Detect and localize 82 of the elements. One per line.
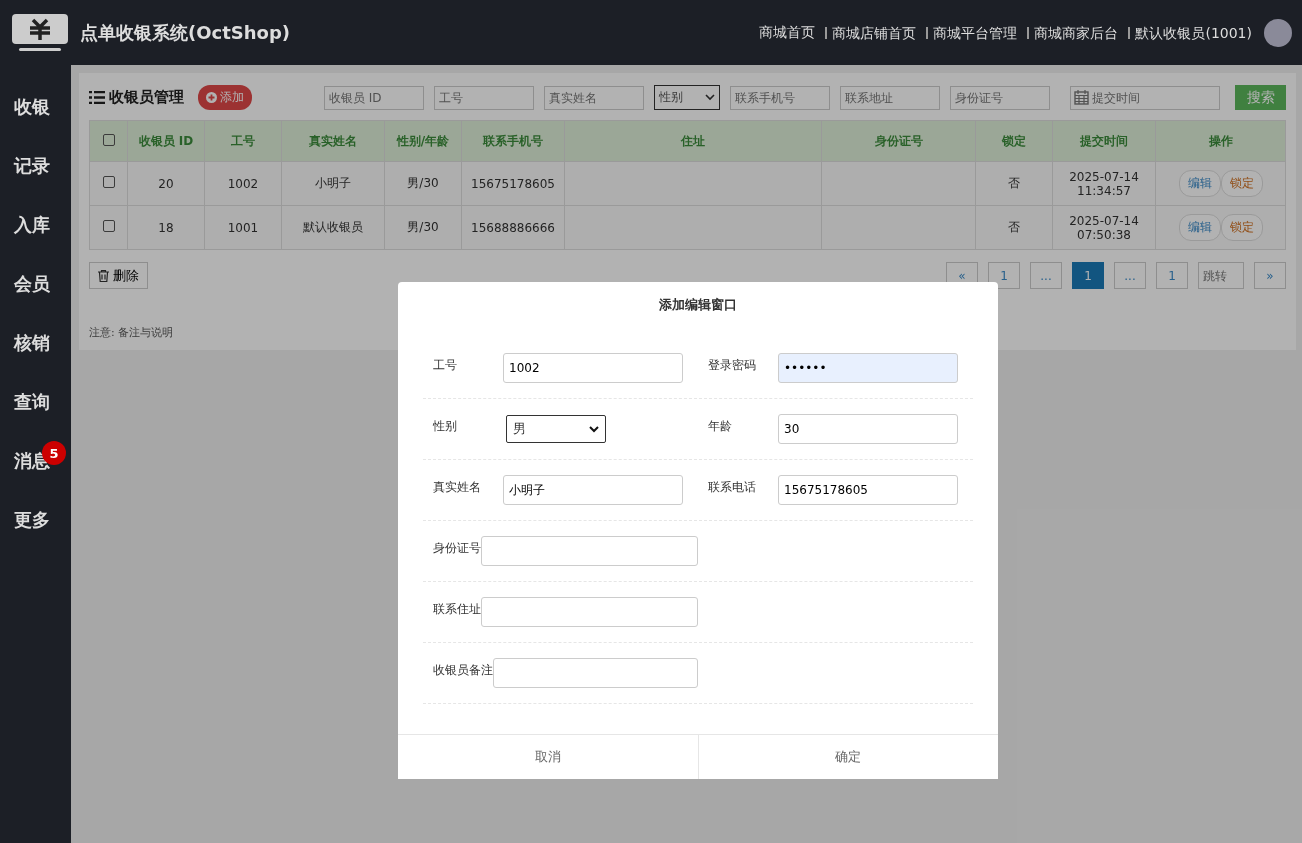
column-header: 提交时间 (1052, 120, 1156, 162)
field-label: 联系住址 (432, 600, 481, 618)
password-field[interactable]: •••••• (778, 353, 958, 383)
table-cell: 默认收银员 (281, 205, 385, 250)
filter-field[interactable]: 真实姓名 (544, 85, 644, 110)
field-label: 性别 (432, 417, 458, 435)
avatar[interactable] (1264, 18, 1292, 47)
column-header: 收银员 ID (127, 120, 205, 162)
checkbox[interactable] (102, 133, 115, 146)
table-cell: 1002 (204, 161, 282, 206)
jump-field[interactable]: 跳转 (1198, 262, 1244, 289)
column-header: 身份证号 (821, 120, 976, 162)
page-button[interactable]: 1 (1072, 262, 1104, 289)
panel-title: 收银员管理 (109, 88, 184, 107)
filter-field[interactable]: 联系地址 (840, 85, 940, 110)
nav-link[interactable]: 商城首页 (755, 23, 820, 42)
list-icon (89, 91, 105, 104)
checkbox[interactable] (102, 220, 115, 232)
delete-button[interactable]: 删除 (89, 262, 148, 289)
field-label: 身份证号 (432, 539, 481, 557)
filter-field[interactable]: 身份证号 (950, 85, 1050, 110)
column-header: 真实姓名 (281, 120, 385, 162)
table-cell: 小明子 (281, 161, 385, 206)
table-cell: 否 (975, 205, 1053, 250)
nav-link[interactable]: 商城平台管理 (926, 26, 1022, 39)
column-header: 锁定 (975, 120, 1053, 162)
checkbox[interactable] (102, 176, 115, 188)
sidebar-item[interactable]: 查询 (0, 372, 71, 431)
sidebar-item[interactable]: 入库 (0, 195, 71, 254)
input-field[interactable]: 1002 (503, 353, 683, 383)
field-label: 工号 (432, 356, 458, 374)
filter-field[interactable]: 联系手机号 (730, 85, 830, 110)
input-field[interactable] (481, 536, 698, 566)
table-cell: 15688886666 (461, 205, 565, 250)
input-field[interactable] (493, 658, 698, 688)
column-header: 操作 (1155, 120, 1286, 162)
nav-link[interactable]: 商城商家后台 (1027, 26, 1123, 39)
nav-link[interactable]: 默认收银员(1001) (1128, 26, 1256, 39)
column-header: 工号 (204, 120, 282, 162)
chevron-icon (589, 425, 599, 433)
table-cell: 15675178605 (461, 161, 565, 206)
field-label: 收银员备注 (432, 661, 493, 679)
sidebar-item[interactable]: 会员 (0, 254, 71, 313)
field-label: 年龄 (707, 417, 733, 435)
filter-field[interactable]: 工号 (434, 85, 534, 110)
table-cell: 2025-07-14 07:50:38 (1052, 205, 1156, 250)
plus-circle-icon (206, 92, 217, 103)
input-field[interactable]: 15675178605 (778, 475, 958, 505)
app-title: 点单收银系统(OctShop) (80, 20, 292, 45)
sidebar-item[interactable]: 记录 (0, 136, 71, 195)
table-cell: 否 (975, 161, 1053, 206)
column-header: 联系手机号 (461, 120, 565, 162)
table-cell: 1001 (204, 205, 282, 250)
add-button[interactable]: 添加 (198, 85, 252, 110)
field-label: 登录密码 (707, 356, 757, 374)
gender-select[interactable]: 男 (506, 415, 606, 443)
chevron-icon (705, 94, 715, 101)
field-label: 联系电话 (707, 478, 757, 496)
confirm-button[interactable]: 确定 (697, 735, 998, 779)
dialog-title: 添加编辑窗口 (658, 296, 738, 314)
table-cell: 20 (127, 161, 205, 206)
column-header: 性别/年龄 (384, 120, 462, 162)
filter-field[interactable]: 收银员 ID (324, 85, 424, 110)
table-cell: 男/30 (384, 161, 462, 206)
nav-link[interactable]: 商城店铺首页 (825, 26, 921, 39)
table-cell: 18 (127, 205, 205, 250)
input-field[interactable]: 30 (778, 414, 958, 444)
date-field[interactable]: 提交时间 (1070, 85, 1220, 110)
sidebar-item[interactable]: 核销 (0, 313, 71, 372)
calendar-icon (1074, 90, 1089, 105)
field-label: 真实姓名 (432, 478, 482, 496)
sidebar-item[interactable]: 更多 (0, 490, 71, 549)
column-header: 住址 (564, 120, 822, 162)
note-text: 注意: 备注与说明 (89, 325, 175, 340)
gender-select[interactable]: 性别 (654, 85, 720, 110)
input-field[interactable] (481, 597, 698, 627)
input-field[interactable]: 小明子 (503, 475, 683, 505)
table-cell: 2025-07-14 11:34:57 (1052, 161, 1156, 206)
trash-icon (98, 269, 109, 282)
cash-register-icon (12, 13, 68, 52)
table-cell: 男/30 (384, 205, 462, 250)
sidebar-item[interactable]: 收银 (0, 77, 71, 136)
